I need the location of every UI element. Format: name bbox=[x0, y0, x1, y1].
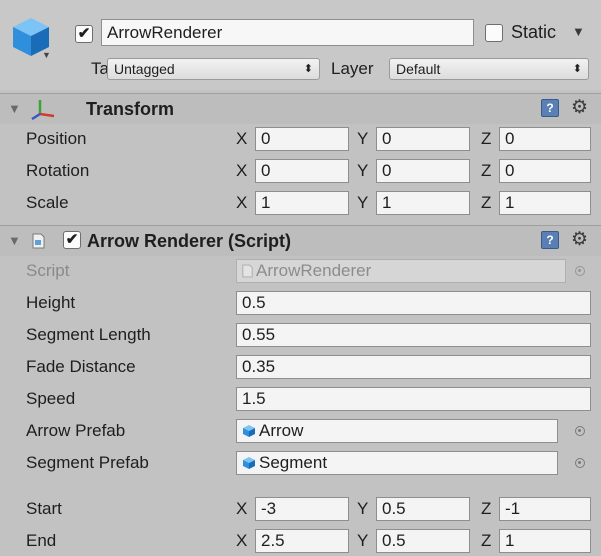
script-reference-field: ArrowRenderer bbox=[236, 259, 566, 283]
speed-label: Speed bbox=[26, 389, 76, 408]
transform-title: Transform bbox=[86, 99, 175, 119]
segment-prefab-field[interactable]: Segment bbox=[236, 451, 558, 475]
position-z-label: Z bbox=[481, 129, 492, 148]
rotation-z-label: Z bbox=[481, 161, 492, 180]
arrow-prefab-cube-icon bbox=[243, 425, 255, 437]
scale-y-label: Y bbox=[357, 193, 369, 212]
static-label: Static bbox=[511, 22, 557, 42]
segment-prefab-label: Segment Prefab bbox=[26, 453, 149, 472]
object-name-field[interactable]: ArrowRenderer bbox=[101, 19, 474, 46]
start-y-field[interactable]: 0.5 bbox=[376, 497, 470, 521]
script-reference-icon bbox=[242, 264, 253, 278]
script-component-title: Arrow Renderer (Script) bbox=[87, 231, 292, 251]
script-reference-value: ArrowRenderer bbox=[256, 261, 372, 280]
end-x-label: X bbox=[236, 531, 248, 550]
start-x-label: X bbox=[236, 499, 248, 518]
script-file-icon bbox=[32, 233, 45, 249]
position-x-field[interactable]: 0 bbox=[255, 127, 349, 151]
rotation-z-field[interactable]: 0 bbox=[499, 159, 591, 183]
scale-label: Scale bbox=[26, 193, 69, 212]
position-x-label: X bbox=[236, 129, 248, 148]
scale-x-field[interactable]: 1 bbox=[255, 191, 349, 215]
rotation-x-label: X bbox=[236, 161, 248, 180]
transform-help-icon[interactable]: ? bbox=[541, 99, 559, 117]
layer-dropdown-arrows-icon: ⬍ bbox=[572, 63, 582, 75]
end-label: End bbox=[26, 531, 57, 550]
arrow-prefab-value: Arrow bbox=[259, 421, 304, 440]
script-enabled-checkbox[interactable]: ✔ bbox=[63, 231, 81, 249]
speed-field[interactable]: 1.5 bbox=[236, 387, 591, 411]
position-y-label: Y bbox=[357, 129, 369, 148]
segment-length-label: Segment Length bbox=[26, 325, 151, 344]
position-y-field[interactable]: 0 bbox=[376, 127, 470, 151]
segment-prefab-cube-icon bbox=[243, 457, 255, 469]
end-x-field[interactable]: 2.5 bbox=[255, 529, 349, 553]
scale-z-field[interactable]: 1 bbox=[499, 191, 591, 215]
arrow-prefab-label: Arrow Prefab bbox=[26, 421, 126, 440]
static-checkbox[interactable] bbox=[485, 24, 503, 42]
transform-axes-icon bbox=[30, 98, 58, 121]
end-z-label: Z bbox=[481, 531, 492, 550]
script-gear-icon[interactable]: ⚙ bbox=[571, 230, 588, 250]
start-x-field[interactable]: -3 bbox=[255, 497, 349, 521]
tag-dropdown[interactable]: Untagged ⬍ bbox=[107, 58, 320, 80]
script-picker-icon bbox=[575, 266, 585, 276]
segment-prefab-picker-icon[interactable] bbox=[575, 458, 585, 468]
end-y-label: Y bbox=[357, 531, 369, 550]
tag-dropdown-arrows-icon: ⬍ bbox=[303, 63, 313, 75]
rotation-y-label: Y bbox=[357, 161, 369, 180]
rotation-label: Rotation bbox=[26, 161, 90, 180]
transform-gear-icon[interactable]: ⚙ bbox=[571, 98, 588, 118]
segment-length-field[interactable]: 0.55 bbox=[236, 323, 591, 347]
rotation-x-field[interactable]: 0 bbox=[255, 159, 349, 183]
position-label: Position bbox=[26, 129, 87, 148]
start-label: Start bbox=[26, 499, 62, 518]
layer-value: Default bbox=[396, 61, 441, 77]
start-z-field[interactable]: -1 bbox=[499, 497, 591, 521]
arrow-prefab-field[interactable]: Arrow bbox=[236, 419, 558, 443]
start-z-label: Z bbox=[481, 499, 492, 518]
object-dropdown-arrow-icon[interactable]: ▼ bbox=[42, 50, 51, 60]
segment-prefab-value: Segment bbox=[259, 453, 328, 472]
arrow-prefab-picker-icon[interactable] bbox=[575, 426, 585, 436]
end-y-field[interactable]: 0.5 bbox=[376, 529, 470, 553]
transform-foldout-icon[interactable]: ▼ bbox=[8, 94, 21, 124]
fade-distance-label: Fade Distance bbox=[26, 357, 136, 376]
scale-z-label: Z bbox=[481, 193, 492, 212]
script-help-icon[interactable]: ? bbox=[541, 231, 559, 249]
tag-value: Untagged bbox=[114, 61, 175, 77]
height-label: Height bbox=[26, 293, 76, 312]
fade-distance-field[interactable]: 0.35 bbox=[236, 355, 591, 379]
rotation-y-field[interactable]: 0 bbox=[376, 159, 470, 183]
scale-x-label: X bbox=[236, 193, 248, 212]
script-foldout-icon[interactable]: ▼ bbox=[8, 226, 21, 256]
end-z-field[interactable]: 1 bbox=[499, 529, 591, 553]
scale-y-field[interactable]: 1 bbox=[376, 191, 470, 215]
start-y-label: Y bbox=[357, 499, 369, 518]
layer-dropdown[interactable]: Default ⬍ bbox=[389, 58, 589, 80]
height-field[interactable]: 0.5 bbox=[236, 291, 591, 315]
static-dropdown-arrow-icon[interactable]: ▼ bbox=[572, 24, 585, 39]
position-z-field[interactable]: 0 bbox=[499, 127, 591, 151]
active-checkbox[interactable]: ✔ bbox=[75, 25, 93, 43]
script-label: Script bbox=[26, 261, 70, 280]
layer-label: Layer bbox=[331, 59, 374, 78]
